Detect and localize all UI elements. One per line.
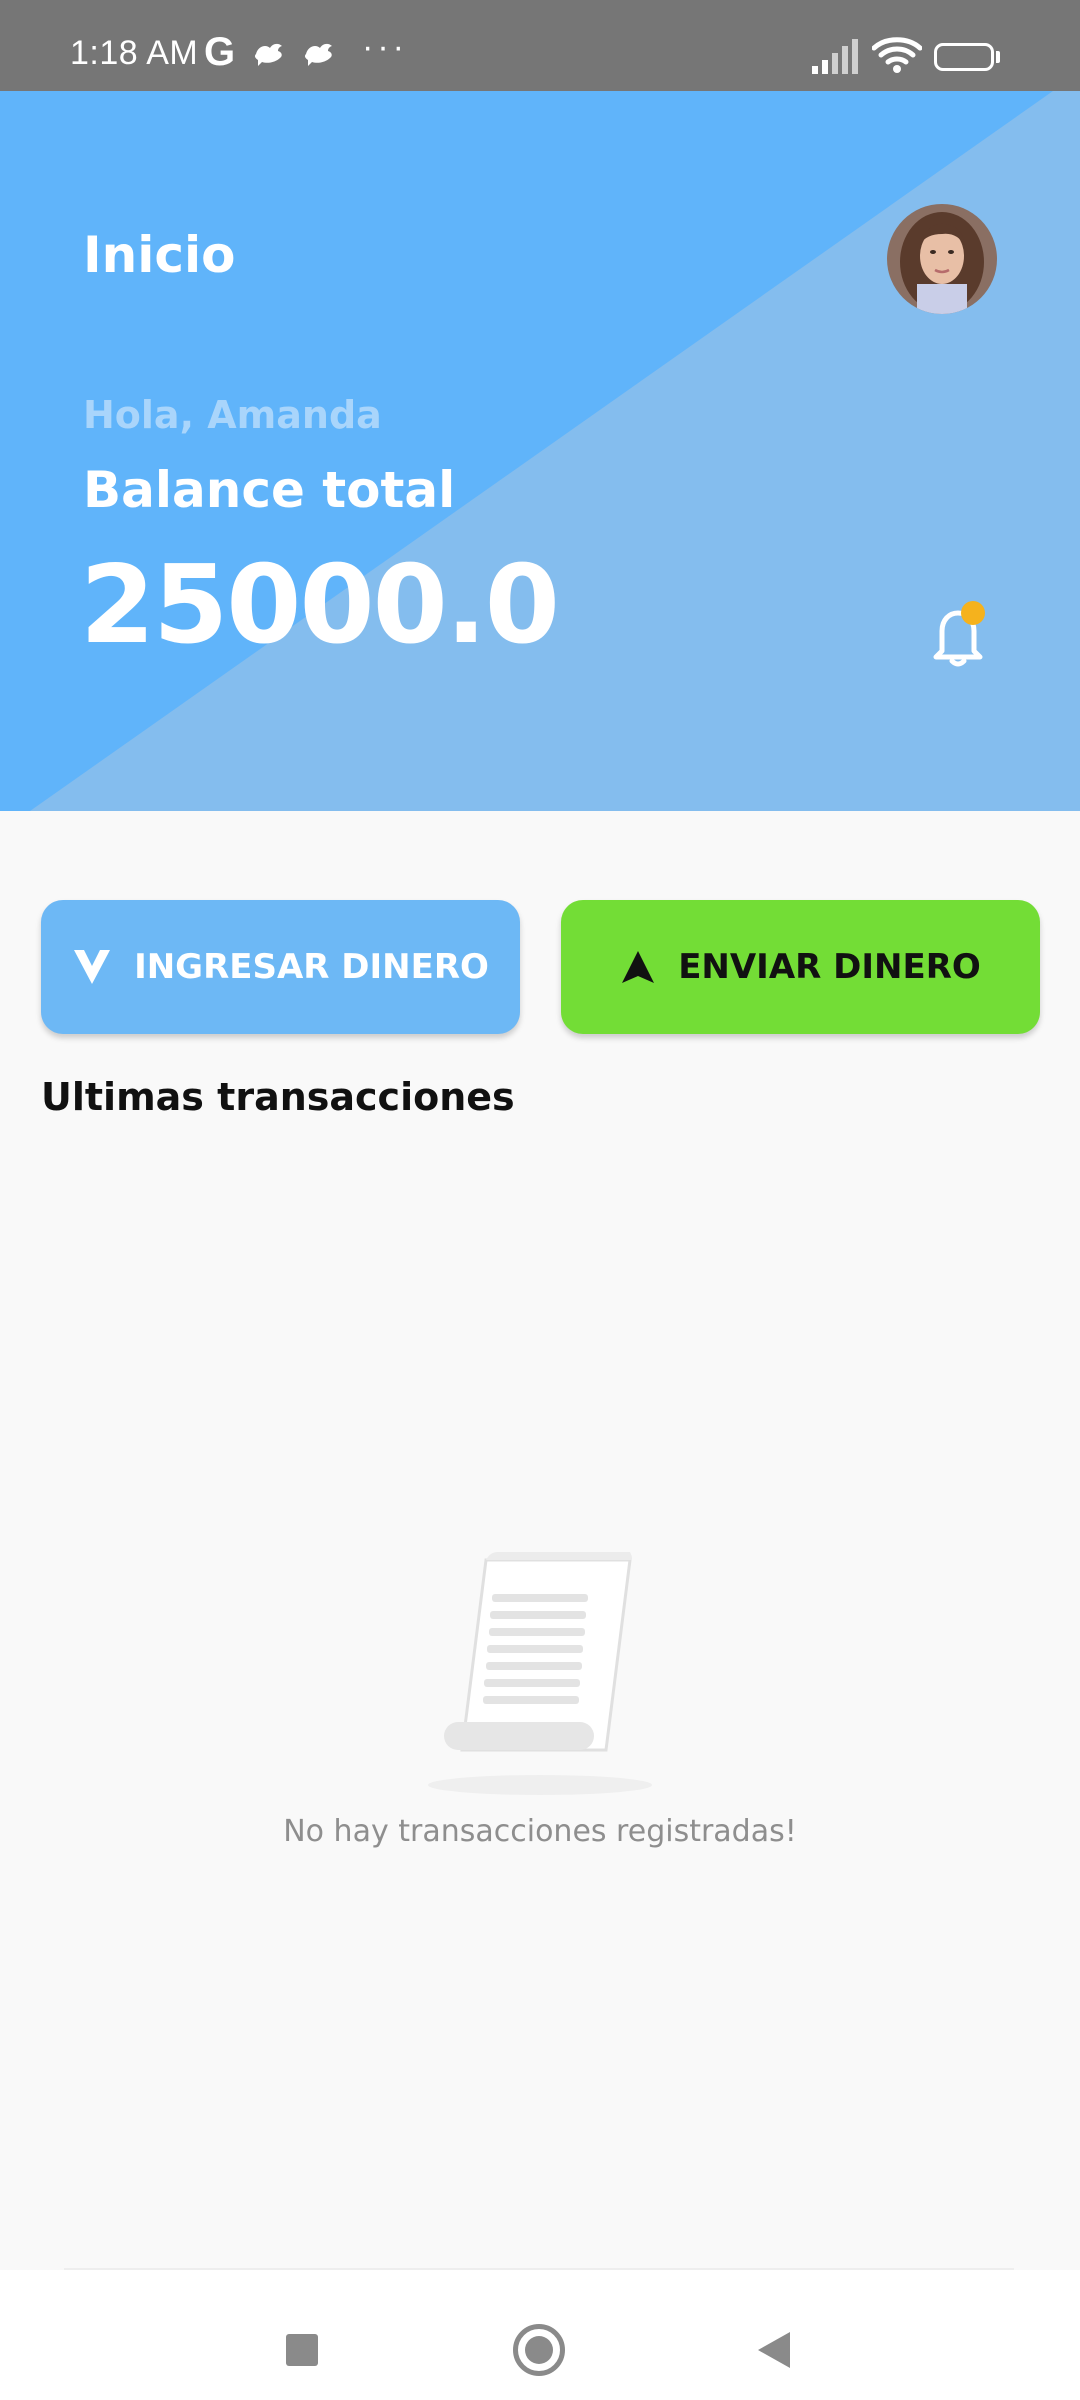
send-money-label: ENVIAR DINERO <box>678 947 981 987</box>
chevron-down-icon <box>72 948 112 986</box>
send-arrow-icon <box>620 949 656 985</box>
battery-tip <box>996 51 1000 63</box>
system-navigation-bar <box>0 2270 1080 2400</box>
status-time: 1:18 AM <box>70 34 199 72</box>
avatar-image <box>887 204 997 314</box>
send-money-button[interactable]: ENVIAR DINERO <box>561 900 1040 1034</box>
home-icon <box>525 2336 553 2364</box>
google-icon: G <box>204 30 236 74</box>
bell-icon <box>933 601 985 667</box>
signal-icon <box>812 39 858 74</box>
avatar[interactable] <box>887 204 997 314</box>
deposit-money-label: INGRESAR DINERO <box>134 947 489 987</box>
notification-badge <box>961 601 985 625</box>
receipt-icon <box>428 1552 652 1795</box>
balance-label: Balance total <box>83 461 456 519</box>
wifi-icon <box>872 37 922 73</box>
recents-button[interactable] <box>286 2334 318 2366</box>
status-bar: 1:18 AM G ··· 90 <box>0 0 1080 91</box>
battery-icon: 90 <box>934 43 994 71</box>
transactions-title: Ultimas transacciones <box>41 1075 515 1119</box>
balance-header: Inicio Hola, Amanda Balance total 25000.… <box>0 91 1080 811</box>
page-title: Inicio <box>83 226 236 284</box>
back-button[interactable] <box>756 2330 792 2370</box>
bird-icon <box>254 43 282 66</box>
battery-text: 90 <box>952 45 976 67</box>
empty-state-message: No hay transacciones registradas! <box>283 1814 797 1849</box>
deposit-money-button[interactable]: INGRESAR DINERO <box>41 900 520 1034</box>
balance-value: 25000.0 <box>80 543 560 668</box>
header-background <box>0 91 1053 811</box>
greeting: Hola, Amanda <box>83 393 382 437</box>
notifications-button[interactable] <box>928 599 994 673</box>
bird-icon <box>304 43 332 66</box>
home-button[interactable] <box>513 2324 565 2376</box>
more-notifications-icon: ··· <box>362 28 408 66</box>
